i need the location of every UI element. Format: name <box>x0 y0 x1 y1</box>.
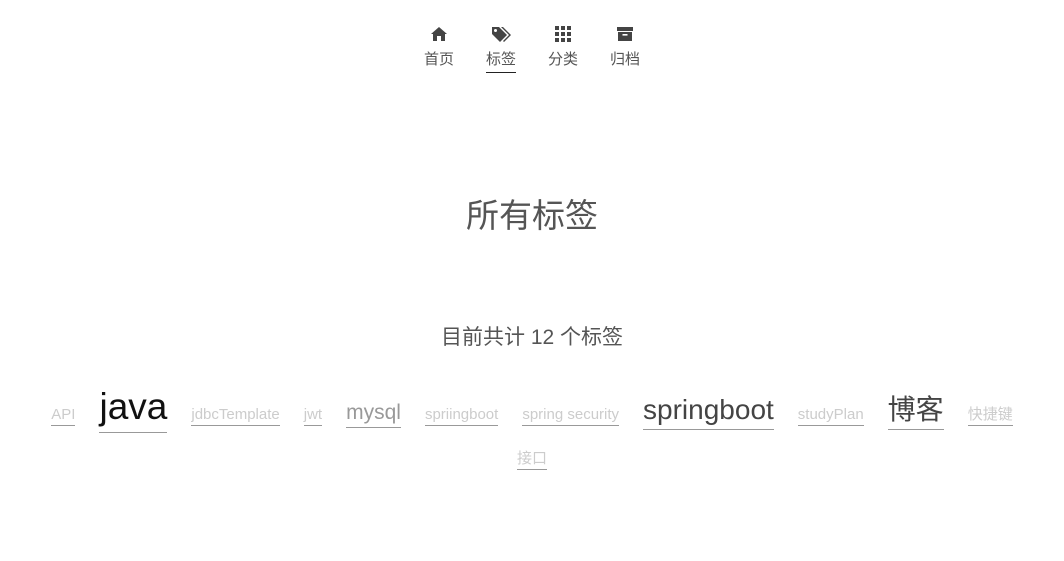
archive-icon <box>615 24 635 44</box>
main-nav: 首页 标签 分类 归档 <box>0 24 1064 73</box>
tag-link-spring-security[interactable]: spring security <box>522 405 620 427</box>
tag-link-spriingboot[interactable]: spriingboot <box>424 405 499 427</box>
tag-cloud: API java jdbcTemplate jwt mysql spriingb… <box>20 382 1044 471</box>
page-title: 所有标签 <box>466 197 598 234</box>
tags-icon <box>491 24 511 44</box>
tag-link-jdbctemplate[interactable]: jdbcTemplate <box>191 405 280 427</box>
tag-count-text: 目前共计 12 个标签 <box>440 326 624 349</box>
tag-link-shortcuts[interactable]: 快捷键 <box>967 405 1013 427</box>
nav-label-tags: 标签 <box>485 50 516 73</box>
tag-link-api[interactable]: API <box>51 405 76 427</box>
tag-link-blog[interactable]: 博客 <box>887 391 944 430</box>
nav-label-home: 首页 <box>423 51 454 68</box>
nav-label-categories: 分类 <box>547 51 578 68</box>
tag-link-studyplan[interactable]: studyPlan <box>797 405 864 427</box>
home-icon <box>429 24 449 44</box>
tag-link-springboot[interactable]: springboot <box>643 391 774 430</box>
nav-item-tags[interactable]: 标签 <box>484 24 518 73</box>
nav-item-categories[interactable]: 分类 <box>546 24 580 73</box>
tag-link-java[interactable]: java <box>99 382 168 433</box>
grid-icon <box>553 24 573 44</box>
nav-item-archives[interactable]: 归档 <box>608 24 642 73</box>
tag-link-jwt[interactable]: jwt <box>303 405 323 427</box>
tag-link-mysql[interactable]: mysql <box>346 399 401 429</box>
nav-label-archives: 归档 <box>609 51 640 68</box>
nav-item-home[interactable]: 首页 <box>422 24 456 73</box>
tag-link-interface[interactable]: 接口 <box>516 449 547 471</box>
